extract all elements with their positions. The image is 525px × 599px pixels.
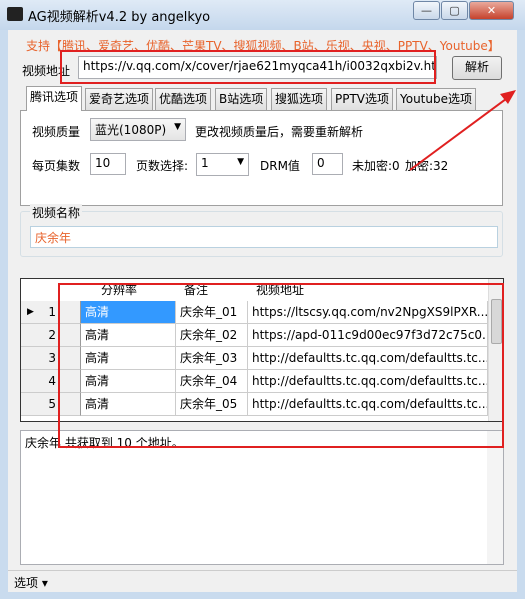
cell-note[interactable]: 庆余年_02 [176,324,248,347]
tab-sohu[interactable]: 搜狐选项 [271,88,328,110]
row-header[interactable]: 5 [21,393,81,416]
column-header-url[interactable]: 视频地址 [248,279,488,302]
tab-iqiyi[interactable]: 爱奇艺选项 [85,88,154,110]
row-number: 2 [48,328,56,342]
cell-resolution[interactable]: 高清 [81,370,176,393]
quality-value: 蓝光(1080P) [95,123,167,137]
status-bar: 选项 ▾ [8,570,517,592]
log-text: 庆余年 共获取到 10 个地址。 [25,436,184,450]
cell-note[interactable]: 庆余年_01 [176,301,248,324]
support-text: 支持【腾讯、爱奇艺、优酷、芒果TV、搜狐视频、B站、乐视、央视、PPTV、You… [26,39,500,53]
cell-url[interactable]: http://defaultts.tc.qq.com/defaultts.tc.… [248,393,488,416]
current-row-icon: ▶ [27,307,34,317]
options-menu[interactable]: 选项 ▾ [14,574,48,591]
parse-button[interactable]: 解析 [452,56,502,80]
page-select-label: 页数选择: [136,159,189,173]
title-bar: AG视频解析v4.2 by angelkyo — ▢ ✕ [0,0,525,30]
column-header-note[interactable]: 备注 [176,279,248,302]
cell-note[interactable]: 庆余年_05 [176,393,248,416]
chevron-down-icon: ▼ [174,122,181,132]
row-number: 3 [48,351,56,365]
per-page-input[interactable]: 10 [90,153,126,175]
log-scrollbar[interactable] [487,431,503,564]
row-header[interactable]: 4 [21,370,81,393]
app-icon [7,7,23,21]
per-page-label: 每页集数 [32,159,81,173]
cell-resolution[interactable]: 高清 [81,324,176,347]
cell-url[interactable]: https://ltscsy.qq.com/nv2NpgXS9lPXR... [248,301,488,324]
tab-pptv[interactable]: PPTV选项 [331,88,394,110]
page-select[interactable]: 1 ▼ [196,153,249,176]
window-title: AG视频解析v4.2 by angelkyo [28,10,211,25]
cell-url[interactable]: http://defaultts.tc.qq.com/defaultts.tc.… [248,370,488,393]
quality-select[interactable]: 蓝光(1080P) ▼ [90,118,186,141]
cell-resolution[interactable]: 高清 [81,301,176,324]
row-number: 4 [48,374,56,388]
drm-input[interactable]: 0 [312,153,343,175]
row-header[interactable]: ▶ 1 [21,301,81,324]
cell-note[interactable]: 庆余年_03 [176,347,248,370]
row-number: 5 [48,397,56,411]
url-input[interactable]: https://v.qq.com/x/cover/rjae621myqca41h… [78,56,437,79]
video-grid: 分辨率 备注 视频地址 ▶ 1 高清 庆余年_01 https://ltscsy.… [20,278,504,422]
tab-bilibili[interactable]: B站选项 [215,88,268,110]
drm-label: DRM值 [260,159,300,173]
maximize-button[interactable]: ▢ [441,1,468,20]
quality-label: 视频质量 [32,125,81,139]
quality-note: 更改视频质量后，需要重新解析 [195,125,364,139]
cell-note[interactable]: 庆余年_04 [176,370,248,393]
row-number: 1 [48,305,56,319]
page-value: 1 [201,156,209,170]
video-name-label: 视频名称 [30,204,83,221]
unencrypted-count: 未加密:0 [352,159,400,173]
grid-scrollbar[interactable] [488,279,503,421]
tab-tencent[interactable]: 腾讯选项 [26,86,83,111]
chevron-down-icon: ▼ [237,157,244,167]
scrollbar-thumb[interactable] [491,299,502,344]
row-header[interactable]: 3 [21,347,81,370]
cell-url[interactable]: https://apd-011c9d00ec97f3d72c75c0... [248,324,488,347]
cell-url[interactable]: http://defaultts.tc.qq.com/defaultts.tc.… [248,347,488,370]
video-name-input[interactable]: 庆余年 [30,226,498,248]
close-button[interactable]: ✕ [469,1,514,20]
log-textbox[interactable]: 庆余年 共获取到 10 个地址。 [20,430,504,565]
url-label: 视频地址 [22,64,71,78]
minimize-button[interactable]: — [413,1,440,20]
column-header-resolution[interactable]: 分辨率 [81,279,176,302]
cell-resolution[interactable]: 高清 [81,347,176,370]
row-header[interactable]: 2 [21,324,81,347]
cell-resolution[interactable]: 高清 [81,393,176,416]
annotation-arrow-icon [409,90,516,171]
tab-youku[interactable]: 优酷选项 [155,88,212,110]
